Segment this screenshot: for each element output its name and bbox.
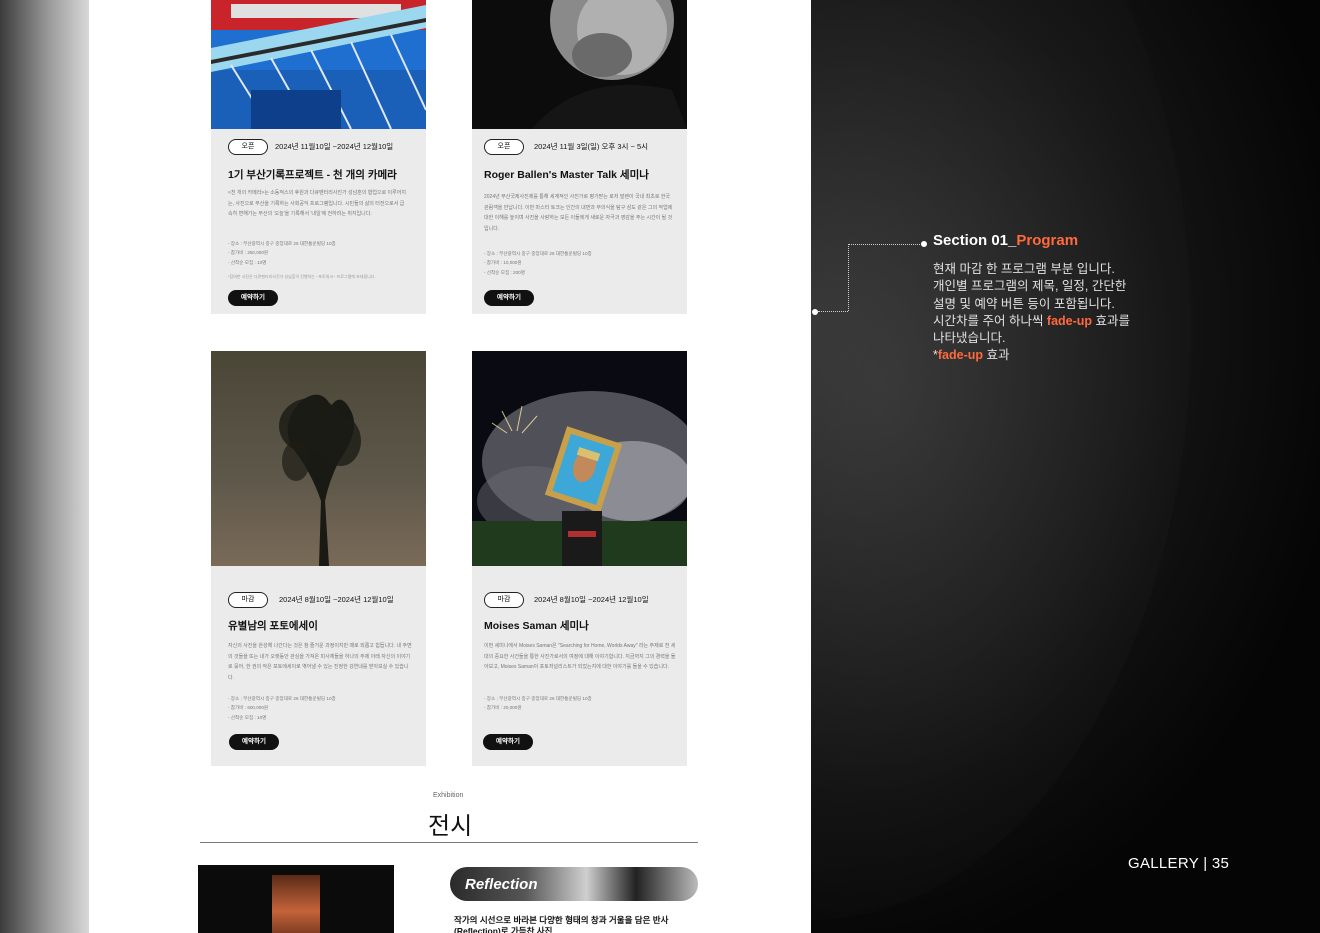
card-date: 2024년 8월10일 ~2024년 12월10일 — [279, 595, 394, 604]
card-description: <천 개의 카메라>는 소동적스의 후원과 다큐멘터리사진가 성남훈의 협업으로… — [228, 190, 406, 217]
section-title: Section 01_Program — [933, 232, 1078, 249]
section-title-accent: Program — [1016, 232, 1079, 249]
card-title: Roger Ballen's Master Talk 세미나 — [484, 169, 649, 181]
description-text: 효과 — [983, 348, 1010, 363]
reserve-button[interactable]: 예약하기 — [484, 290, 534, 306]
card-date: 2024년 8월10일 ~2024년 12월10일 — [534, 595, 649, 604]
card-meta-capacity: - 선착순 모집 : 10명 — [228, 259, 267, 265]
connector-line — [848, 244, 849, 311]
card-photo-monorail — [211, 0, 426, 129]
card-meta-place: - 장소 : 부산광역시 중구 중앙대로 26 대한통운빌딩 10층 — [228, 241, 336, 246]
status-badge: 마감 — [484, 592, 524, 608]
description-text: 효과를 — [1092, 313, 1131, 328]
card-title: 유별남의 포토에세이 — [228, 620, 318, 632]
card-photo-frame — [472, 351, 687, 566]
card-date: 2024년 11월10일 ~2024년 12월10일 — [275, 142, 394, 151]
connector-line — [818, 311, 848, 312]
card-description: 이번 세미나에서 Moises Saman은 "Searching for Ho… — [484, 643, 676, 670]
card-meta: - 장소 : 부산광역시 중구 중앙대로 26 대한통운빌딩 10층 - 참가비… — [228, 239, 413, 267]
program-card: 오픈 2024년 11월10일 ~2024년 12월10일 1기 부산기록프로젝… — [211, 0, 426, 314]
section-title-prefix: Section 01_ — [933, 232, 1017, 249]
connector-dot-start — [812, 309, 818, 315]
status-badge: 마감 — [228, 592, 268, 608]
background-arc — [811, 0, 1191, 920]
card-description: 자신의 사진을 완성해 나간다는 것은 참 즐거운 과정이지만 때로 외롭고 힘… — [228, 643, 412, 681]
reserve-button[interactable]: 예약하기 — [483, 734, 533, 750]
card-meta: - 장소 : 부산광역시 중구 중앙대로 26 대한통운빌딩 10층 - 참가비… — [484, 249, 669, 277]
program-card: 마감 2024년 8월10일 ~2024년 12월10일 Moises Sama… — [472, 351, 687, 766]
portrait-photo-image — [472, 0, 687, 129]
description-accent: fade-up — [937, 348, 984, 363]
exhibition-heading: 전시 — [428, 813, 473, 840]
connector-dot-end — [921, 241, 927, 247]
section-description: 현재 마감 한 프로그램 부분 입니다. 개인별 프로그램의 제목, 일정, 간… — [933, 261, 1163, 365]
description-text: 시간차를 주어 하나씩 — [933, 313, 1047, 328]
reserve-button[interactable]: 예약하기 — [229, 734, 279, 750]
card-description: 2024년 부산국제사진제를 통해 세계적인 사진가로 평가받는 로저 발렌이 … — [484, 194, 673, 232]
card-info: 마감 2024년 8월10일 ~2024년 12월10일 Moises Sama… — [472, 566, 687, 766]
website-mockup-page: 오픈 2024년 11월10일 ~2024년 12월10일 1기 부산기록프로젝… — [89, 0, 811, 933]
card-note: *참여한 사진은 다큐멘터리사진가 성남훈이 진행하는 ~포토워크~ 프로그램에… — [228, 274, 376, 279]
card-info: 마감 2024년 8월10일 ~2024년 12월10일 유별남의 포토에세이 … — [211, 566, 426, 766]
description-line: 설명 및 예약 버튼 등이 포함됩니다. — [933, 296, 1115, 311]
card-meta-place: - 장소 : 부산광역시 중구 중앙대로 26 대한통운빌딩 10층 — [484, 251, 592, 256]
connector-line — [848, 244, 922, 245]
description-line: 개인별 프로그램의 제목, 일정, 간단한 — [933, 279, 1127, 294]
frame-photo-image — [472, 351, 687, 566]
page-footer: GALLERY | 35 — [1128, 855, 1229, 872]
card-title: Moises Saman 세미나 — [484, 620, 589, 632]
description-line: *fade-up 효과 — [933, 347, 1163, 364]
status-badge: 오픈 — [228, 139, 268, 155]
card-meta-capacity: - 선착순 모집 : 200명 — [484, 269, 525, 275]
footer-page-number: 35 — [1211, 855, 1230, 872]
card-meta: - 장소 : 부산광역시 중구 중앙대로 26 대한통운빌딩 10층 - 참가비… — [484, 694, 669, 713]
program-card: 오픈 2024년 11월 3일(일) 오후 3시 ~ 5시 Roger Ball… — [472, 0, 687, 314]
exhibition-eyebrow: Exhibition — [433, 792, 464, 799]
left-gutter — [0, 0, 89, 933]
card-meta-fee: - 참가비 : 20,000원 — [484, 705, 522, 711]
card-meta-fee: - 참가비 : 10,000원 — [484, 260, 522, 266]
footer-separator: | — [1203, 855, 1208, 872]
description-line: 나타냈습니다. — [933, 331, 1006, 346]
card-meta-place: - 장소 : 부산광역시 중구 중앙대로 26 대한통운빌딩 10층 — [228, 696, 336, 701]
card-meta-capacity: - 선착순 모집 : 10명 — [228, 714, 267, 720]
card-meta-fee: - 참가비 : 250,000원 — [228, 250, 269, 256]
card-meta-fee: - 참가비 : 600,000원 — [228, 705, 269, 711]
card-meta: - 장소 : 부산광역시 중구 중앙대로 26 대한통운빌딩 10층 - 참가비… — [228, 694, 413, 722]
annotation-panel — [811, 0, 1320, 933]
description-line: 시간차를 주어 하나씩 fade-up 효과를 — [933, 313, 1163, 330]
card-photo-tree — [211, 351, 426, 566]
card-info: 오픈 2024년 11월10일 ~2024년 12월10일 1기 부산기록프로젝… — [211, 129, 426, 314]
reflection-description: 작가의 시선으로 바라본 다양한 형태의 창과 거울을 담은 반사(Reflec… — [454, 915, 669, 933]
card-info: 오픈 2024년 11월 3일(일) 오후 3시 ~ 5시 Roger Ball… — [472, 129, 687, 314]
program-card: 마감 2024년 8월10일 ~2024년 12월10일 유별남의 포토에세이 … — [211, 351, 426, 766]
monorail-photo-image — [211, 0, 426, 129]
reflection-label: Reflection — [465, 876, 538, 893]
reserve-button[interactable]: 예약하기 — [228, 290, 278, 306]
exhibition-photo-light — [272, 875, 320, 933]
exhibition-photo[interactable] — [198, 865, 394, 933]
card-date: 2024년 11월 3일(일) 오후 3시 ~ 5시 — [534, 142, 649, 151]
tree-photo-image — [211, 351, 426, 566]
card-meta-place: - 장소 : 부산광역시 중구 중앙대로 26 대한통운빌딩 10층 — [484, 696, 592, 701]
card-title: 1기 부산기록프로젝트 - 천 개의 카메라 — [228, 169, 397, 181]
description-accent: fade-up — [1046, 313, 1093, 328]
exhibition-divider — [200, 842, 698, 843]
description-line: 현재 마감 한 프로그램 부분 입니다. — [933, 262, 1115, 276]
card-photo-portrait — [472, 0, 687, 129]
footer-section: GALLERY — [1128, 855, 1199, 872]
status-badge: 오픈 — [484, 139, 524, 155]
